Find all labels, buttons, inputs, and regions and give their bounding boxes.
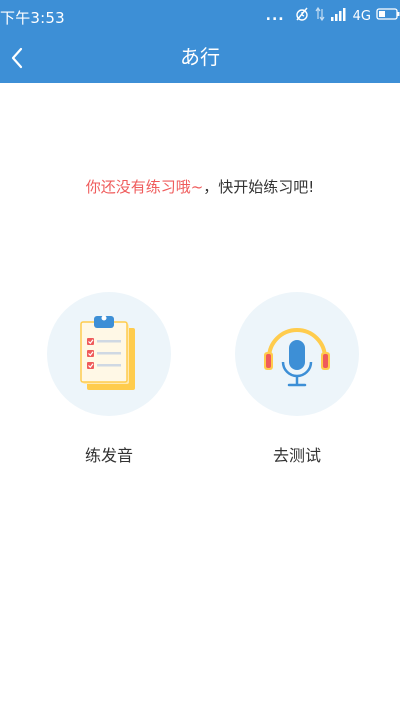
test-label: 去测试 — [272, 446, 321, 465]
message-rest: ，快开始练习吧! — [203, 178, 315, 196]
empty-state-message: 你还没有练习哦~，快开始练习吧! — [0, 176, 400, 197]
practice-icon-circle — [47, 292, 171, 416]
headphones-microphone-icon — [264, 328, 330, 387]
clipboard-checklist-icon — [80, 315, 135, 390]
battery-icon — [376, 7, 400, 25]
practice-pronunciation-button[interactable]: 练发音 — [46, 292, 172, 466]
status-bar: 下午3:53 ... 4G — [0, 0, 400, 32]
nav-bar: あ行 — [0, 32, 400, 83]
signal-icon — [330, 7, 348, 25]
test-icon-circle — [235, 292, 359, 416]
network-type-label: 4G — [352, 8, 371, 24]
more-dots-icon: ... — [265, 8, 285, 24]
status-time: 下午3:53 — [0, 9, 65, 27]
go-test-button[interactable]: 去测试 — [234, 292, 360, 466]
practice-label: 练发音 — [84, 446, 133, 465]
data-transfer-icon — [315, 6, 325, 26]
page-title: あ行 — [180, 45, 220, 69]
alarm-off-icon — [294, 6, 310, 26]
status-icons: ... 4G — [266, 6, 400, 26]
message-highlight: 你还没有练习哦~ — [85, 178, 204, 196]
